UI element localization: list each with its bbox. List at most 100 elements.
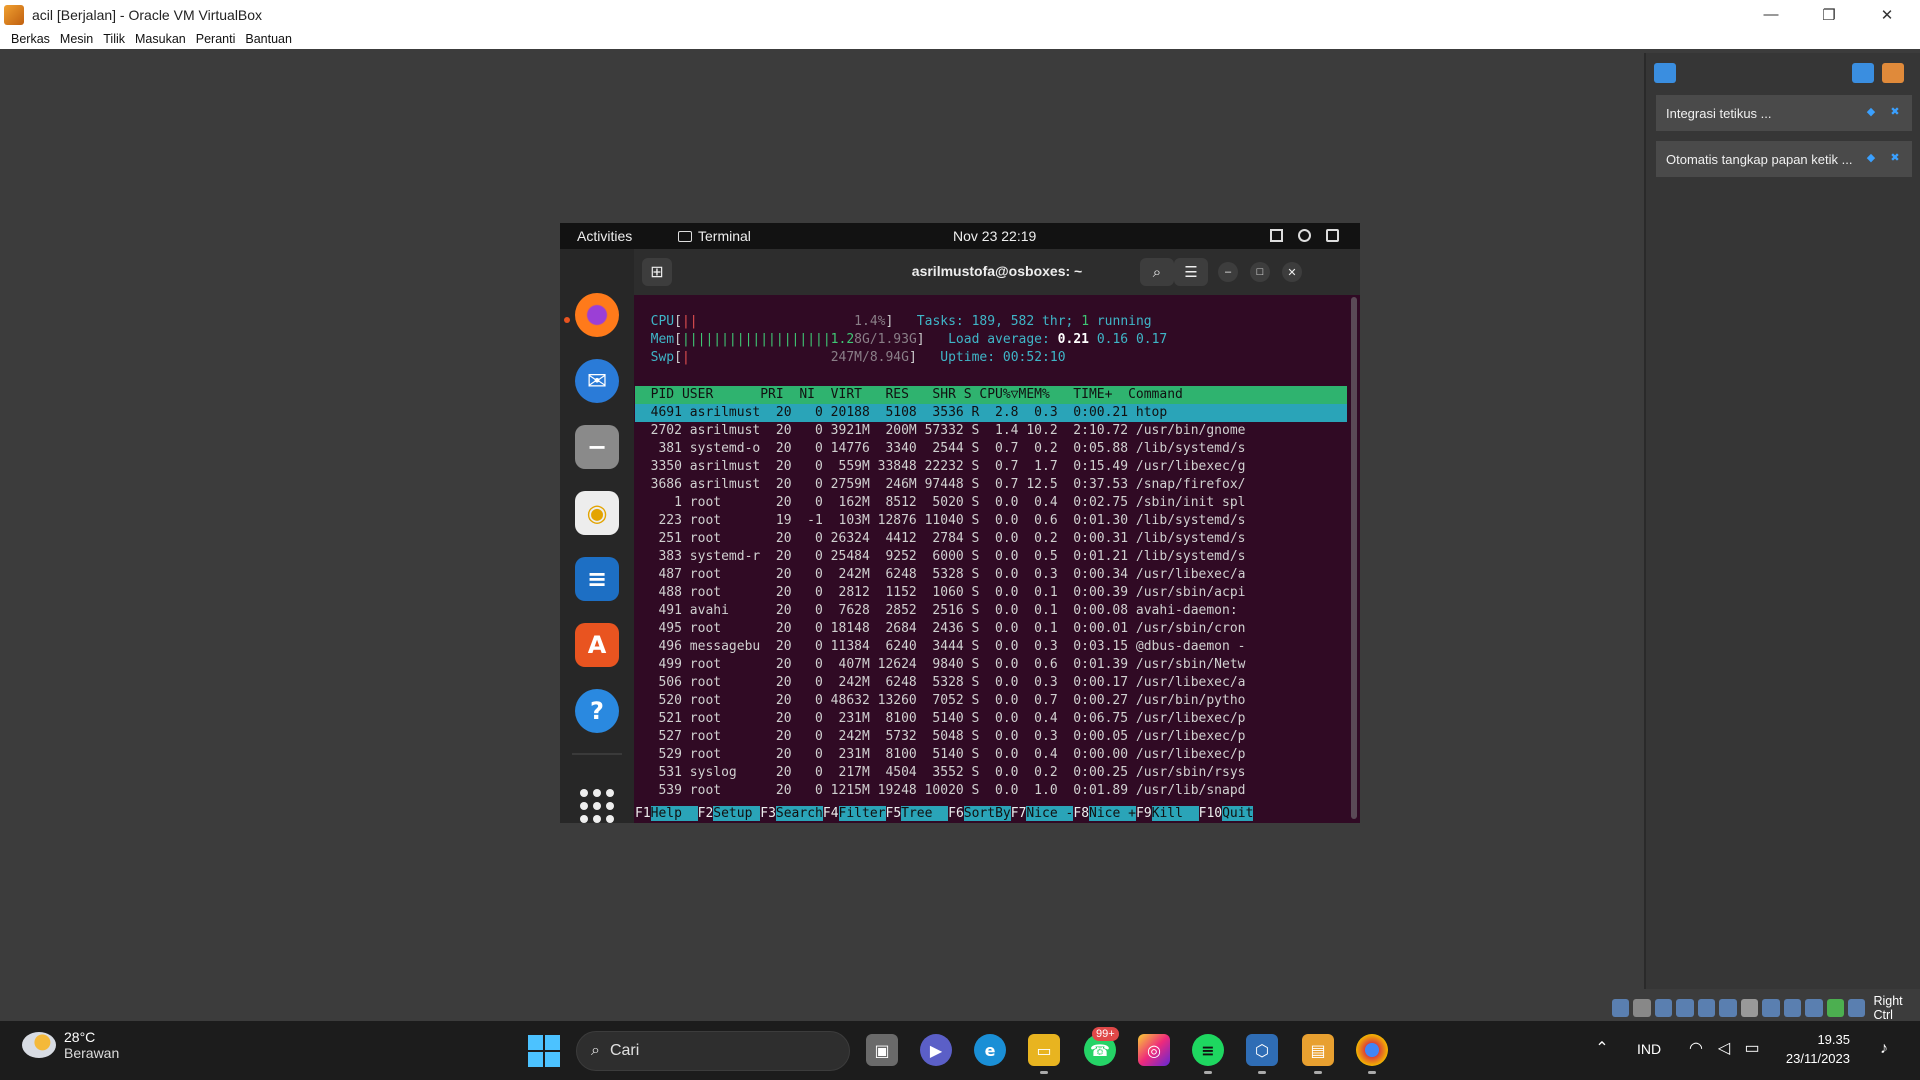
fkey-label[interactable]: Quit <box>1222 806 1254 821</box>
notification-item[interactable]: Integrasi tetikus ... ◆ ✖ <box>1656 95 1912 131</box>
process-row[interactable]: 496 messagebu 20 0 11384 6240 3444 S 0.0… <box>635 638 1347 656</box>
process-row[interactable]: 223 root 19 -1 103M 12876 11040 S 0.0 0.… <box>635 512 1347 530</box>
fkey-label[interactable]: Nice - <box>1026 806 1074 821</box>
clock-date[interactable]: 23/11/2023 <box>1770 1051 1850 1066</box>
start-button[interactable] <box>528 1035 560 1067</box>
battery-icon[interactable] <box>1326 229 1339 242</box>
fkey-f6[interactable]: F6 <box>948 806 964 821</box>
process-row[interactable]: 491 avahi 20 0 7628 2852 2516 S 0.0 0.1 … <box>635 602 1347 620</box>
fkey-label[interactable]: Setup <box>713 806 761 821</box>
notification-item[interactable]: Otomatis tangkap papan ketik ... ◆ ✖ <box>1656 141 1912 177</box>
chevron-up-icon[interactable]: ⌃ <box>1592 1039 1612 1059</box>
process-row[interactable]: 383 systemd-r 20 0 25484 9252 6000 S 0.0… <box>635 548 1347 566</box>
shared-folder-icon[interactable] <box>1719 999 1737 1017</box>
fkey-label[interactable]: SortBy <box>963 806 1011 821</box>
keyboard-icon[interactable] <box>1826 999 1844 1017</box>
notifications-bell-icon[interactable]: ♪ <box>1874 1039 1894 1059</box>
fkey-label[interactable]: Filter <box>838 806 886 821</box>
process-row[interactable]: 529 root 20 0 231M 8100 5140 S 0.0 0.4 0… <box>635 746 1347 764</box>
fkey-f8[interactable]: F8 <box>1073 806 1089 821</box>
process-row[interactable]: 495 root 20 0 18148 2684 2436 S 0.0 0.1 … <box>635 620 1347 638</box>
notification-center-icon[interactable] <box>1654 63 1676 83</box>
clock[interactable]: Nov 23 22:19 <box>953 228 1036 244</box>
process-row[interactable]: 251 root 20 0 26324 4412 2784 S 0.0 0.2 … <box>635 530 1347 548</box>
help-icon[interactable]: ? <box>575 689 619 733</box>
thunderbird-icon[interactable]: ✉ <box>575 359 619 403</box>
taskbar-search[interactable]: ⌕ Cari <box>576 1031 850 1071</box>
audio-icon[interactable] <box>1654 999 1673 1017</box>
chrome-icon[interactable] <box>1356 1034 1388 1066</box>
fkey-f2[interactable]: F2 <box>698 806 714 821</box>
htop-column-header[interactable]: PID USER PRI NI VIRT RES SHR S CPU%▽MEM%… <box>635 386 1347 404</box>
process-row[interactable]: 2702 asrilmust 20 0 3921M 200M 57332 S 1… <box>635 422 1347 440</box>
clear-all-icon[interactable] <box>1882 63 1904 83</box>
volume-icon[interactable] <box>1298 229 1311 242</box>
process-row[interactable]: 506 root 20 0 242M 6248 5328 S 0.0 0.3 0… <box>635 674 1347 692</box>
close-button[interactable]: ✕ <box>1858 0 1916 29</box>
capture-icon[interactable] <box>1847 999 1866 1017</box>
spotify-icon[interactable]: ≡ <box>1192 1034 1224 1066</box>
clock-time[interactable]: 19.35 <box>1782 1032 1850 1047</box>
files-icon[interactable]: − <box>575 425 619 469</box>
process-row[interactable]: 488 root 20 0 2812 1152 1060 S 0.0 0.1 0… <box>635 584 1347 602</box>
search-button[interactable]: ⌕ <box>1140 258 1174 286</box>
network-icon[interactable] <box>1676 999 1694 1017</box>
menu-mesin[interactable]: Mesin <box>60 32 93 46</box>
process-row[interactable]: 527 root 20 0 242M 5732 5048 S 0.0 0.3 0… <box>635 728 1347 746</box>
harddisk-icon[interactable] <box>1612 999 1630 1017</box>
show-apps-icon[interactable] <box>580 789 614 823</box>
display-icon[interactable] <box>1740 999 1759 1017</box>
menu-masukan[interactable]: Masukan <box>135 32 186 46</box>
htop[interactable]: CPU[|| 1.4%] Tasks: 189, 582 thr; 1 runn… <box>635 295 1347 823</box>
volume-icon[interactable]: ◁ <box>1714 1039 1734 1059</box>
process-row[interactable]: 520 root 20 0 48632 13260 7052 S 0.0 0.7… <box>635 692 1347 710</box>
process-row[interactable]: 539 root 20 0 1215M 19248 10020 S 0.0 1.… <box>635 782 1347 800</box>
edge-icon[interactable]: e <box>974 1034 1006 1066</box>
guest-screen[interactable]: Activities Terminal Nov 23 22:19 ✉ − ◉ ≡… <box>560 223 1360 823</box>
close-button[interactable]: ✕ <box>1282 262 1302 282</box>
file-explorer-icon[interactable]: ▭ <box>1028 1034 1060 1066</box>
fkey-label[interactable]: Help <box>650 806 698 821</box>
virtualbox-manager-icon[interactable]: ⬡ <box>1246 1034 1278 1066</box>
process-row[interactable]: 4691 asrilmust 20 0 20188 5108 3536 R 2.… <box>635 404 1347 422</box>
wifi-icon[interactable]: ◠ <box>1686 1039 1706 1059</box>
process-row[interactable]: 531 syslog 20 0 217M 4504 3552 S 0.0 0.2… <box>635 764 1347 782</box>
terminal-window[interactable]: ⊞ asrilmustofa@osboxes: ~ ⌕ ☰ – □ ✕ CPU[… <box>634 249 1360 823</box>
process-row[interactable]: 1 root 20 0 162M 8512 5020 S 0.0 0.4 0:0… <box>635 494 1347 512</box>
close-icon[interactable]: ✖ <box>1888 105 1902 119</box>
minimize-button[interactable]: — <box>1742 0 1800 29</box>
sort-icon[interactable] <box>1852 63 1874 83</box>
rhythmbox-icon[interactable]: ◉ <box>575 491 619 535</box>
process-row[interactable]: 381 systemd-o 20 0 14776 3340 2544 S 0.7… <box>635 440 1347 458</box>
optical-drive-icon[interactable] <box>1633 999 1651 1017</box>
fkey-f5[interactable]: F5 <box>886 806 902 821</box>
fkey-label[interactable]: Nice + <box>1089 806 1136 821</box>
menu-button[interactable]: ☰ <box>1174 258 1208 286</box>
firefox-icon[interactable] <box>575 293 619 337</box>
activities-button[interactable]: Activities <box>577 228 632 244</box>
menu-tilik[interactable]: Tilik <box>103 32 125 46</box>
menu-bantuan[interactable]: Bantuan <box>245 32 292 46</box>
fkey-f1[interactable]: F1 <box>635 806 651 821</box>
fkey-f9[interactable]: F9 <box>1136 806 1152 821</box>
cpu-icon[interactable] <box>1783 999 1802 1017</box>
recording-icon[interactable] <box>1762 999 1780 1017</box>
battery-icon[interactable]: ▭ <box>1742 1039 1762 1059</box>
mute-icon[interactable]: ◆ <box>1864 151 1878 165</box>
menu-peranti[interactable]: Peranti <box>196 32 236 46</box>
scrollbar[interactable] <box>1351 297 1357 819</box>
virtualbox-vm-icon[interactable]: ▤ <box>1302 1034 1334 1066</box>
mute-icon[interactable]: ◆ <box>1864 105 1878 119</box>
fkey-label[interactable]: Search <box>775 806 823 821</box>
app-menu[interactable]: Terminal <box>678 228 751 244</box>
process-row[interactable]: 521 root 20 0 231M 8100 5140 S 0.0 0.4 0… <box>635 710 1347 728</box>
fkey-f3[interactable]: F3 <box>760 806 776 821</box>
menu-berkas[interactable]: Berkas <box>11 32 50 46</box>
maximize-button[interactable]: □ <box>1250 262 1270 282</box>
instagram-icon[interactable]: ◎ <box>1138 1034 1170 1066</box>
fkey-label[interactable]: Tree <box>901 806 949 821</box>
minimize-button[interactable]: – <box>1218 262 1238 282</box>
weather-widget[interactable]: 28°C Berawan <box>22 1029 119 1061</box>
usb-icon[interactable] <box>1697 999 1716 1017</box>
task-view-icon[interactable]: ▣ <box>866 1034 898 1066</box>
